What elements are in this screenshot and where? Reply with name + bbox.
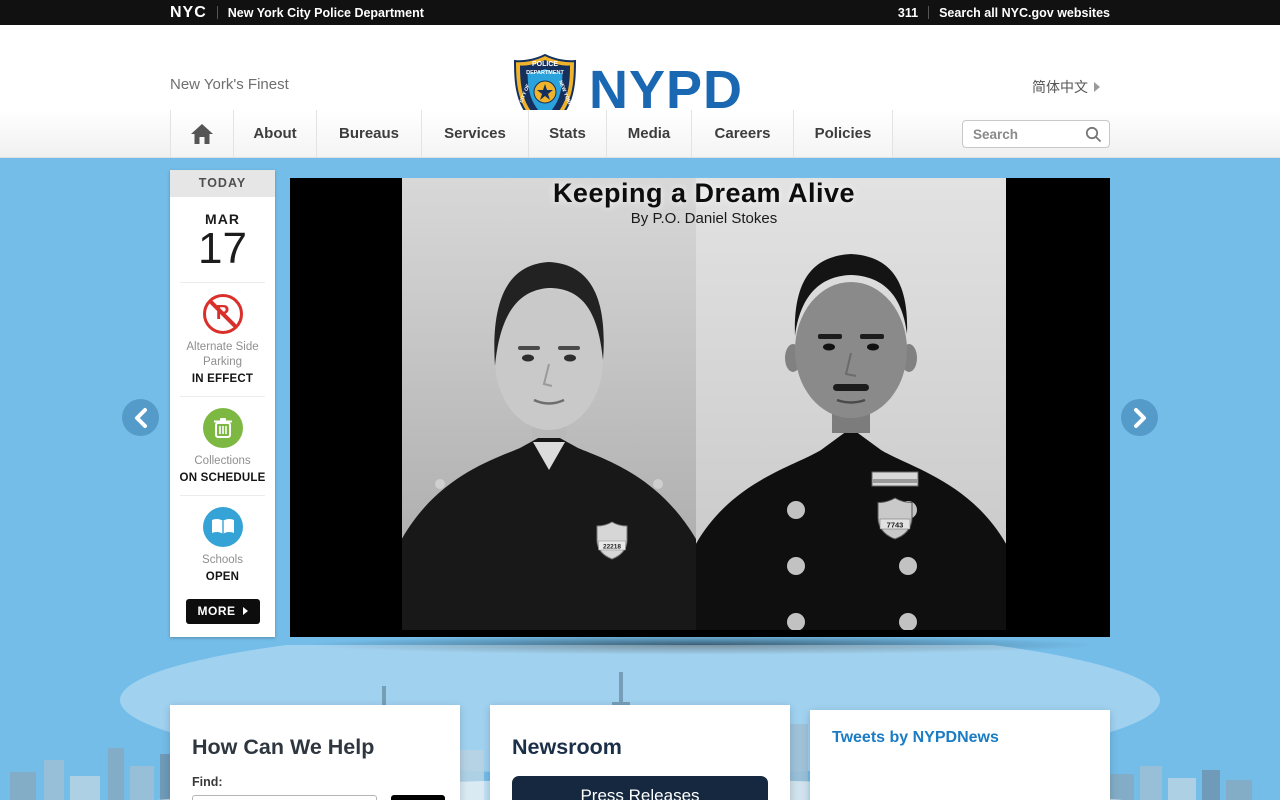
divider: [180, 282, 265, 283]
language-link[interactable]: 简体中文: [1032, 77, 1100, 97]
nav-tab-careers[interactable]: Careers: [692, 110, 794, 157]
nav-tab-services[interactable]: Services: [422, 110, 529, 157]
tweets-panel: Tweets by NYPDNews: [810, 710, 1110, 800]
divider: [180, 494, 265, 496]
chevron-left-icon: [134, 407, 147, 428]
divider: [180, 395, 265, 397]
shield-text-police: POLICE: [532, 61, 558, 68]
today-day: 17: [198, 224, 247, 273]
home-icon: [191, 123, 213, 144]
topbar-divider: [216, 6, 218, 19]
carousel-photo: 22218 7743: [402, 178, 1006, 630]
nav-tab-policies[interactable]: Policies: [794, 110, 893, 157]
press-releases-button[interactable]: Press Releases: [512, 776, 768, 800]
hero-carousel: 22218 7743 Keeping a Dream Alive By P.O.…: [290, 178, 1110, 637]
carousel-title: Keeping a Dream Alive: [552, 178, 856, 208]
collections-status: ON SCHEDULE: [179, 471, 266, 484]
search-icon[interactable]: [1085, 126, 1102, 143]
nav-tab-media[interactable]: Media: [607, 110, 692, 157]
agency-title-link[interactable]: New York City Police Department: [228, 6, 424, 20]
collections-status-item: Collections ON SCHEDULE: [170, 407, 275, 484]
officer-portrait-right: 7743: [696, 178, 1006, 630]
chevron-right-icon: [1133, 407, 1146, 428]
go-button[interactable]: Go: [391, 795, 445, 800]
shield-text-department: DEPARTMENT: [526, 70, 564, 76]
carousel-byline: By P.O. Daniel Stokes: [630, 210, 778, 227]
search-all-nyc-link[interactable]: Search all NYC.gov websites: [939, 6, 1110, 20]
nyc-logo[interactable]: NYC: [170, 4, 207, 22]
main-navbar: About Bureaus Services Stats Media Caree…: [0, 110, 1280, 158]
asp-status: IN EFFECT: [191, 372, 254, 385]
tweets-by-nypdnews-link[interactable]: Tweets by NYPDNews: [832, 729, 1110, 747]
schools-label: Schools: [202, 553, 243, 566]
topbar-left: NYC New York City Police Department: [170, 0, 424, 25]
nav-home-tab[interactable]: [170, 110, 234, 157]
trash-icon: [202, 407, 243, 448]
topbar-divider: [928, 6, 930, 19]
today-header: TODAY: [170, 170, 275, 197]
schools-status-item: Schools OPEN: [170, 506, 275, 583]
topbar-inner: NYC New York City Police Department 311 …: [170, 0, 1110, 25]
badge-number-left: 22218: [603, 544, 621, 551]
nav-tabs: About Bureaus Services Stats Media Caree…: [170, 110, 893, 157]
more-label: MORE: [197, 604, 236, 619]
open-book-icon: [202, 506, 243, 547]
topbar-right: 311 Search all NYC.gov websites: [898, 0, 1110, 25]
precinct-select[interactable]: My Precinct: [192, 795, 377, 800]
nyc-gov-topbar: NYC New York City Police Department 311 …: [0, 0, 1280, 25]
find-label: Find:: [192, 775, 223, 789]
newsroom-title: Newsroom: [512, 735, 622, 759]
asp-status-item: P Alternate Side Parking IN EFFECT: [170, 294, 275, 385]
carousel-prev-button[interactable]: [122, 399, 159, 436]
chevron-right-icon: [1094, 82, 1100, 92]
nav-tab-about[interactable]: About: [234, 110, 317, 157]
nypd-homepage: NYC New York City Police Department 311 …: [0, 0, 1280, 800]
nav-tab-stats[interactable]: Stats: [529, 110, 607, 157]
find-row: My Precinct Go: [192, 795, 460, 800]
site-header: New York's Finest POLICE DEPARTMENT CITY…: [0, 25, 1280, 133]
link-311[interactable]: 311: [898, 6, 918, 20]
schools-status: OPEN: [205, 570, 240, 583]
asp-label: Alternate Side Parking: [186, 341, 259, 368]
nav-tab-bureaus[interactable]: Bureaus: [317, 110, 422, 157]
triangle-right-icon: [242, 607, 248, 616]
newsroom-panel: Newsroom Press Releases: [490, 705, 790, 800]
collections-label: Collections: [194, 454, 251, 467]
no-parking-icon: P: [202, 294, 243, 334]
today-widget: TODAY MAR 17 P Alternate Side Parking IN…: [170, 170, 275, 637]
how-can-we-help-panel: How Can We Help Find: My Precinct Go: [170, 705, 460, 800]
site-search: [962, 120, 1110, 148]
tagline: New York's Finest: [170, 76, 289, 93]
language-label: 简体中文: [1032, 79, 1088, 95]
more-button[interactable]: MORE: [185, 598, 260, 624]
officer-portrait-left: 22218: [402, 178, 696, 630]
carousel-next-button[interactable]: [1121, 399, 1158, 436]
help-panel-title: How Can We Help: [192, 735, 375, 759]
badge-number-right: 7743: [887, 521, 904, 530]
